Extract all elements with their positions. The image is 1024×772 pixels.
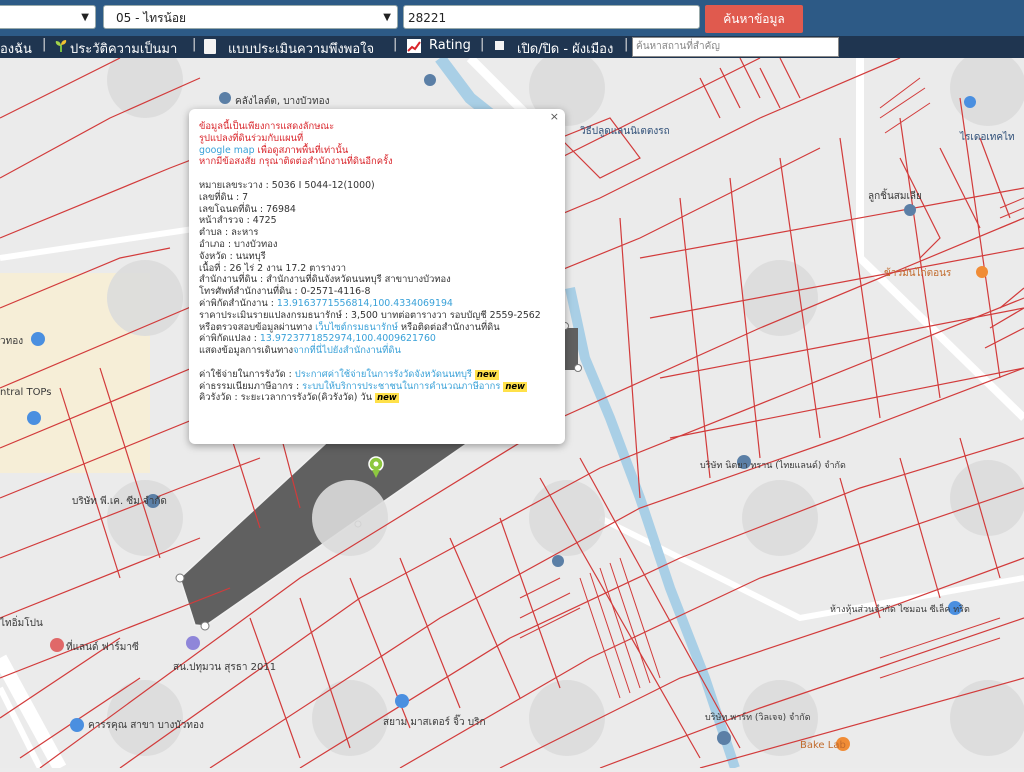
sheet-number-row: หมายเลขระวาง : 5036 I 5044-12(1000)	[199, 179, 375, 191]
parcel-coordinates-link[interactable]: 13.9723771852974,100.4009621760	[260, 333, 436, 344]
map-label-poi: Bake Lab	[800, 740, 846, 751]
appraisal-row: ราคาประเมินรายแปลงกรมธนารักษ์ : 3,500 บา…	[199, 309, 541, 321]
nav-separator: |	[480, 37, 485, 52]
tax-calculator-link[interactable]: ระบบให้บริการประชาชนในการคำนวณภาษีอากร	[302, 381, 500, 392]
land-office-row: สำนักงานที่ดิน : สำนักงานที่ดินจังหวัดนน…	[199, 274, 451, 286]
nav-separator: |	[624, 37, 629, 52]
document-icon	[204, 39, 216, 54]
nav-separator: |	[192, 37, 197, 52]
nav-item-survey[interactable]: แบบประเมินความพึงพอใจ	[228, 38, 374, 59]
vertex-handle	[200, 621, 210, 631]
nav-separator: |	[42, 37, 47, 52]
row-label: ค่าใช้จ่ายในการรังวัด :	[199, 368, 295, 380]
row-text: หรือตรวจสอบข้อมูลผ่านทาง	[199, 321, 316, 333]
directions-link[interactable]: จากที่นี่ไปยังสำนักงานที่ดิน	[293, 345, 401, 356]
map-label-poi: ไทอิ่มโปน	[0, 618, 43, 629]
survey-cost-row: ค่าใช้จ่ายในการรังวัด : ประกาศค่าใช้จ่าย…	[199, 369, 555, 381]
map-label-poi: บริษัท พาร์ท (วิลเจจ) จำกัด	[705, 713, 811, 723]
checkbox-icon[interactable]	[495, 41, 504, 50]
row-text: หรือติดต่อสำนักงานที่ดิน	[397, 321, 500, 333]
notice-line: หากมีข้อสงสัย กรุณาติดต่อสำนักงานที่ดินอ…	[199, 156, 393, 168]
notice-line: ข้อมูลนี้เป็นเพียงการแสดงลักษณะ	[199, 121, 335, 132]
google-map-text: google map	[199, 144, 255, 156]
new-badge: new	[474, 369, 499, 380]
top-search-bar: ▼ 05 - ไทรน้อย ▼ 28221 ค้นหาข้อมูล	[0, 0, 1024, 36]
search-button[interactable]: ค้นหาข้อมูล	[705, 5, 803, 33]
area-row: เนื้อที่ : 26 ไร่ 2 งาน 17.2 ตารางวา	[199, 262, 346, 274]
notice-text: เพื่อดูสภาพพื้นที่เท่านั้น	[254, 144, 349, 156]
nav-item-my-parcel[interactable]: องฉัน	[0, 38, 32, 59]
notice-line: google map เพื่อดูสภาพพื้นที่เท่านั้น	[199, 145, 555, 157]
survey-cost-link[interactable]: ประกาศค่าใช้จ่ายในการรังวัดจังหวัดนนทบุร…	[295, 369, 472, 380]
subdistrict-row: ตำบล : ละหาร	[199, 227, 259, 239]
treasury-check-row: หรือตรวจสอบข้อมูลผ่านทาง เว็บไซต์กรมธนาร…	[199, 322, 555, 334]
map-label-poi: ไรเดอเทคไท	[960, 132, 1015, 143]
row-label: ค่าพิกัดแปลง :	[199, 333, 260, 345]
survey-page-row: หน้าสำรวจ : 4725	[199, 215, 277, 227]
map-label-poi: ัวทอง	[0, 336, 24, 347]
new-badge: new	[503, 381, 528, 392]
office-phone-row: โทรศัพท์สำนักงานที่ดิน : 0-2571-4116-8	[199, 286, 371, 298]
nav-item-zoning-toggle[interactable]: เปิด/ปิด - ผังเมือง	[517, 38, 613, 59]
map-label-poi: บริษัท พี.เค. ซีม จำกัด	[72, 496, 167, 507]
parcel-number-value: 28221	[408, 11, 447, 25]
province-row: จังหวัด : นนทบุรี	[199, 250, 266, 262]
vertex-handle	[574, 364, 582, 372]
treasury-website-link[interactable]: เว็บไซต์กรมธนารักษ์	[315, 322, 398, 333]
map-label-poi: ห้างหุ้นส่วนจำกัด ไซมอน ซีเล็ค ทริต	[830, 605, 970, 615]
row-label: ค่าธรรมเนียมภาษีอากร :	[199, 380, 303, 392]
map-label-poi: คลังไลต์ต, บางบัวทอง	[235, 96, 330, 107]
province-select[interactable]: ▼	[0, 5, 96, 29]
map-label-poi: สน.ปทุมวน สุรธา 2011	[173, 662, 277, 673]
map-label-poi: ntral TOPs	[0, 387, 52, 398]
map-label-poi: ลูกชิ้นสมเลีย	[868, 191, 922, 202]
office-coordinates-row: ค่าพิกัดสำนักงาน : 13.9163771556814,100.…	[199, 298, 555, 310]
new-badge: new	[375, 393, 399, 404]
row-text: แสดงข้อมูลการเดินทาง	[199, 345, 294, 357]
chart-icon	[407, 39, 421, 53]
vertex-handle	[175, 573, 185, 583]
map-label-poi: ที่แลนด์ ฟาร์มาซี	[66, 642, 139, 653]
parcel-number-input[interactable]: 28221	[403, 5, 700, 29]
deed-number-row: เลขโฉนดที่ดิน : 76984	[199, 203, 296, 215]
chevron-down-icon: ▼	[383, 12, 391, 23]
directions-row: แสดงข้อมูลการเดินทางจากที่นี่ไปยังสำนักง…	[199, 345, 555, 357]
chevron-down-icon: ▼	[81, 12, 89, 23]
parcel-info-popup: × ข้อมูลนี้เป็นเพียงการแสดงลักษณะ รูปแปล…	[189, 109, 565, 444]
map-label-poi: สยาม มาสเตอร์ จิ๊ว บริก	[383, 717, 486, 728]
district-row: อำเภอ : บางบัวทอง	[199, 238, 278, 250]
row-label: ค่าพิกัดสำนักงาน :	[199, 297, 277, 309]
nav-bar: องฉัน | ประวัติความเป็นมา | แบบประเมินคว…	[0, 36, 1024, 58]
map-label-poi: บริษัท นิตยา ทราน (ไทยแลนด์) จำกัด	[700, 461, 846, 471]
map-label-poi: ข้าวมันไก่ตอนร	[884, 268, 952, 279]
nav-item-history[interactable]: ประวัติความเป็นมา	[70, 38, 177, 59]
district-select-value: 05 - ไทรน้อย	[116, 11, 187, 25]
row-text: คิวรังวัด : ระยะเวลาการรังวัด(คิวรังวัด)…	[199, 392, 373, 404]
survey-queue-row: คิวรังวัด : ระยะเวลาการรังวัด(คิวรังวัด)…	[199, 392, 555, 404]
sprout-icon	[54, 39, 68, 53]
nav-item-rating[interactable]: Rating	[429, 38, 471, 53]
map-label-poi: คารรคุณ สาขา บางบัวทอง	[88, 720, 204, 731]
parcel-polygon-part	[565, 328, 578, 370]
district-select[interactable]: 05 - ไทรน้อย ▼	[103, 5, 398, 29]
close-icon[interactable]: ×	[550, 111, 559, 123]
map-label-poi: วิธีปลูดแลนนิเตตงรถ	[580, 126, 670, 137]
nav-separator: |	[393, 37, 398, 52]
office-coordinates-link[interactable]: 13.9163771556814,100.4334069194	[277, 298, 453, 309]
parcel-coordinates-row: ค่าพิกัดแปลง : 13.9723771852974,100.4009…	[199, 333, 555, 345]
notice-line: รูปแปลงที่ดินร่วมกับแผนที่	[199, 132, 304, 144]
tax-fee-row: ค่าธรรมเนียมภาษีอากร : ระบบให้บริการประช…	[199, 381, 555, 393]
place-search-input[interactable]: ค้นหาสถานที่สำคัญ	[632, 37, 839, 57]
land-number-row: เลขที่ดิน : 7	[199, 191, 249, 203]
